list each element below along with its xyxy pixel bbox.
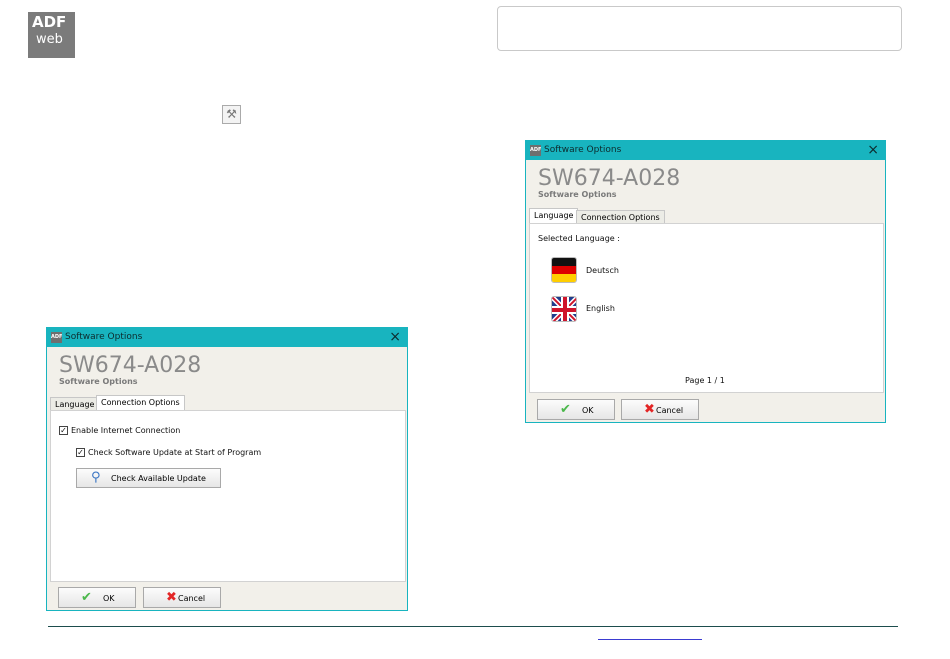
checkmark-icon: ✔ [560,402,571,417]
enable-internet-checkbox[interactable]: ✓ [59,426,68,435]
close-icon[interactable]: × [389,329,401,345]
check-update-start-label: Check Software Update at Start of Progra… [88,448,262,457]
x-icon: ✖ [644,402,655,417]
product-subtitle: Software Options [538,190,617,199]
check-available-update-button[interactable]: ⚲ Check Available Update [76,468,221,488]
close-icon[interactable]: × [867,142,879,158]
germany-flag-icon[interactable] [551,257,577,283]
app-icon: ADF [51,332,62,343]
ok-label: OK [582,406,594,415]
cancel-button[interactable]: ✖ Cancel [143,587,221,608]
app-icon: ADF [530,145,541,156]
titlebar: ADF Software Options × [47,328,407,347]
cancel-label: Cancel [178,594,206,603]
footer-link[interactable] [598,639,702,640]
wrench-icon[interactable]: ⚒ [222,105,241,124]
enable-internet-label: Enable Internet Connection [71,426,181,435]
adfweb-logo: ADF web [28,12,75,58]
product-title: SW674-A028 [538,166,681,191]
logo-text-2: web [36,32,63,47]
ok-label: OK [103,594,115,603]
cancel-label: Cancel [656,406,684,415]
checkmark-icon: ✔ [81,590,92,605]
language-deutsch[interactable]: Deutsch [586,266,619,275]
titlebar-text: Software Options [544,145,622,155]
check-available-update-label: Check Available Update [111,474,206,483]
check-update-start-checkbox[interactable]: ✓ [76,448,85,457]
page-indicator: Page 1 / 1 [685,376,725,385]
product-subtitle: Software Options [59,377,138,386]
logo-text-1: ADF [32,13,67,31]
cancel-button[interactable]: ✖ Cancel [621,399,699,420]
connection-panel: ✓ Enable Internet Connection ✓ Check Sof… [50,410,406,582]
tab-language[interactable]: Language [50,397,100,410]
selected-language-label: Selected Language : [538,234,620,243]
product-title: SW674-A028 [59,353,202,378]
footer-divider [48,626,898,627]
uk-flag-icon[interactable] [551,296,577,322]
software-options-window-connection: ADF Software Options × SW674-A028 Softwa… [46,327,408,611]
tab-connection-options[interactable]: Connection Options [576,210,665,223]
language-english[interactable]: English [586,304,615,313]
magnifier-icon: ⚲ [91,470,101,485]
titlebar-text: Software Options [65,332,143,342]
tab-language[interactable]: Language [529,208,579,223]
language-panel: Selected Language : Deutsch English Page… [529,223,884,393]
software-options-window-language: ADF Software Options × SW674-A028 Softwa… [525,140,886,423]
titlebar: ADF Software Options × [526,141,885,160]
x-icon: ✖ [166,590,177,605]
ok-button[interactable]: ✔ OK [58,587,136,608]
tab-connection-options[interactable]: Connection Options [96,395,185,410]
ok-button[interactable]: ✔ OK [537,399,615,420]
header-box [497,6,902,51]
